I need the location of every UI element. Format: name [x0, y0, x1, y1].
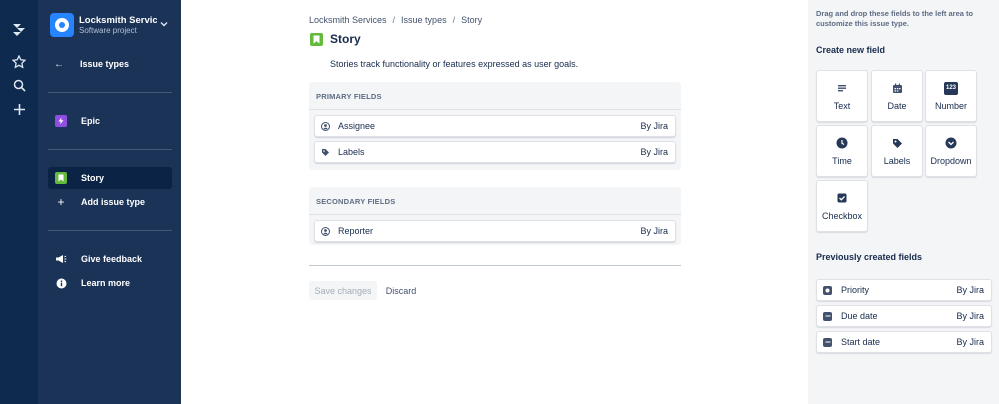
tag-icon [890, 136, 904, 150]
calendar-icon [890, 81, 904, 95]
page-title: Story [330, 32, 361, 46]
page-description: Stories track functionality or features … [330, 59, 579, 69]
tile-label: Text [833, 101, 851, 111]
megaphone-icon [55, 253, 67, 265]
tile-label: Dropdown [930, 156, 972, 166]
prev-field-due-date[interactable]: Due date By Jira [816, 305, 992, 327]
field-source: By Jira [640, 226, 668, 236]
discard-button[interactable]: Discard [381, 281, 421, 300]
divider [309, 265, 681, 266]
project-avatar[interactable] [50, 13, 74, 37]
star-icon[interactable] [9, 52, 29, 72]
back-label: Issue types [80, 59, 130, 69]
divider [48, 92, 172, 93]
checkbox-icon [835, 191, 849, 205]
field-label: Start date [841, 337, 881, 347]
field-label: Due date [841, 311, 878, 321]
jira-logo-icon[interactable] [9, 20, 29, 40]
tile-label: Labels [883, 156, 911, 166]
chevron-down-icon[interactable] [159, 19, 169, 29]
secondary-fields-panel: SECONDARY FIELDS Reporter By Jira [309, 187, 681, 245]
number-icon: 123 [944, 81, 958, 95]
previous-fields-heading: Previously created fields [816, 252, 923, 262]
field-palette-panel: Drag and drop these fields to the left a… [808, 0, 999, 404]
breadcrumb: Locksmith Services / Issue types / Story [309, 15, 483, 25]
sidebar-item-add-issue-type[interactable]: + Add issue type [48, 191, 172, 213]
tag-icon [321, 148, 330, 157]
sidebar-item-give-feedback[interactable]: Give feedback [48, 248, 172, 270]
drag-drop-hint: Drag and drop these fields to the left a… [816, 9, 974, 28]
sidebar-item-story[interactable]: Story [48, 167, 172, 189]
search-icon[interactable] [9, 75, 29, 95]
sidebar-item-label: Give feedback [81, 254, 143, 264]
field-source: By Jira [640, 147, 668, 157]
tile-text[interactable]: Text [816, 70, 868, 122]
sidebar-item-epic[interactable]: Epic [48, 110, 172, 132]
project-name[interactable]: Locksmith Servic... [79, 15, 157, 26]
plus-icon: + [57, 195, 65, 209]
primary-fields-panel: PRIMARY FIELDS Assignee By Jira Labels B… [309, 82, 681, 170]
project-sidebar: Locksmith Servic... Software project ← I… [38, 0, 181, 404]
info-icon [55, 277, 67, 289]
breadcrumb-item-project[interactable]: Locksmith Services [309, 15, 387, 25]
primary-fields-heading: PRIMARY FIELDS [316, 92, 382, 101]
epic-icon [55, 115, 67, 127]
save-changes-button[interactable]: Save changes [309, 281, 377, 300]
story-icon [55, 172, 67, 184]
field-labels[interactable]: Labels By Jira [314, 141, 676, 163]
global-navigation [0, 0, 38, 404]
back-to-issue-types[interactable]: ← Issue types [48, 57, 172, 71]
sidebar-item-learn-more[interactable]: Learn more [48, 272, 172, 294]
tile-number[interactable]: 123 Number [925, 70, 977, 122]
sidebar-item-label: Epic [81, 116, 101, 126]
field-reporter[interactable]: Reporter By Jira [314, 220, 676, 242]
user-icon [321, 226, 330, 236]
prev-field-priority[interactable]: Priority By Jira [816, 279, 992, 301]
field-label: Labels [338, 147, 365, 157]
dropdown-icon [944, 136, 958, 150]
tile-time[interactable]: Time [816, 125, 868, 177]
tile-label: Date [887, 101, 907, 111]
tile-label: Checkbox [821, 211, 863, 221]
create-field-heading: Create new field [816, 45, 886, 55]
field-source: By Jira [956, 337, 984, 347]
secondary-fields-heading: SECONDARY FIELDS [316, 197, 396, 206]
story-icon [310, 33, 323, 46]
sidebar-item-label: Learn more [81, 278, 131, 288]
field-label: Priority [841, 285, 870, 295]
tile-label: Time [832, 156, 852, 166]
tile-dropdown[interactable]: Dropdown [925, 125, 977, 177]
prev-field-start-date[interactable]: Start date By Jira [816, 331, 992, 353]
create-plus-icon[interactable] [9, 99, 29, 119]
calendar-icon [823, 337, 832, 347]
breadcrumb-item-story[interactable]: Story [461, 15, 482, 25]
arrow-left-icon: ← [54, 58, 64, 70]
clock-icon [835, 136, 849, 150]
calendar-icon [823, 311, 832, 321]
tile-date[interactable]: Date [871, 70, 923, 122]
divider [48, 230, 172, 231]
divider [48, 149, 172, 150]
tile-labels[interactable]: Labels [871, 125, 923, 177]
field-label: Reporter [338, 226, 374, 236]
field-assignee[interactable]: Assignee By Jira [314, 115, 676, 137]
tile-label: Number [934, 100, 967, 111]
field-source: By Jira [956, 311, 984, 321]
main-content: Locksmith Services / Issue types / Story Sto… [181, 0, 808, 404]
field-source: By Jira [956, 285, 984, 295]
user-icon [321, 121, 330, 131]
breadcrumb-item-issue-types[interactable]: Issue types [401, 15, 447, 25]
sidebar-item-label: Story [81, 173, 105, 183]
tile-checkbox[interactable]: Checkbox [816, 180, 868, 232]
text-icon [835, 81, 849, 95]
project-type: Software project [79, 26, 137, 35]
sidebar-item-label: Add issue type [81, 197, 146, 207]
field-source: By Jira [640, 121, 668, 131]
field-label: Assignee [338, 121, 376, 131]
priority-icon [823, 285, 832, 295]
